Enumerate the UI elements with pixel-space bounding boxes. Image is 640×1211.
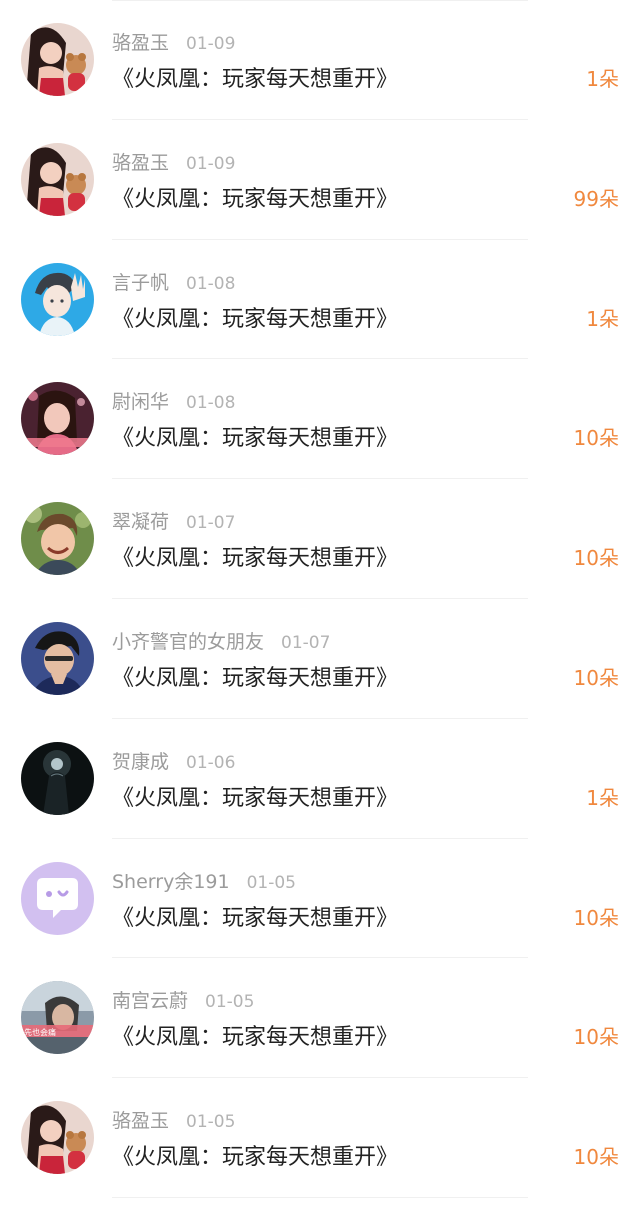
list-item[interactable]: 贺康成 01-06 《火凤凰：玩家每天想重开》 1朵 [0, 719, 640, 839]
avatar-anime-boy-icon [21, 262, 94, 336]
avatar-girl-with-teddy-icon [21, 1101, 94, 1175]
avatar-man-blue-icon [21, 621, 94, 695]
book-title[interactable]: 《火凤凰：玩家每天想重开》 [112, 660, 398, 692]
book-title[interactable]: 《火凤凰：玩家每天想重开》 [112, 420, 398, 452]
sender-name[interactable]: 尉闲华 [112, 391, 169, 413]
record-date: 01-07 [186, 513, 236, 534]
flower-amount: 1朵 [586, 785, 619, 810]
list-item[interactable]: 言子帆 01-08 《火凤凰：玩家每天想重开》 1朵 [0, 240, 640, 360]
list-item[interactable]: 骆盈玉 01-09 《火凤凰：玩家每天想重开》 99朵 [0, 120, 640, 240]
avatar[interactable] [21, 382, 94, 456]
book-title[interactable]: 《火凤凰：玩家每天想重开》 [112, 61, 398, 93]
avatar[interactable] [21, 142, 94, 216]
record-date: 01-06 [186, 752, 236, 773]
book-title[interactable]: 《火凤凰：玩家每天想重开》 [112, 540, 398, 572]
flower-amount: 10朵 [573, 546, 619, 571]
record-date: 01-05 [186, 1112, 236, 1133]
avatar[interactable] [21, 262, 94, 336]
avatar[interactable] [21, 621, 94, 695]
flower-amount: 10朵 [573, 1025, 619, 1050]
book-title[interactable]: 《火凤凰：玩家每天想重开》 [112, 900, 398, 932]
record-date: 01-08 [186, 393, 236, 414]
list-item[interactable]: 翠凝荷 01-07 《火凤凰：玩家每天想重开》 10朵 [0, 479, 640, 599]
sender-name[interactable]: 小齐警官的女朋友 [112, 631, 264, 653]
record-meta: 骆盈玉 01-09 [112, 28, 235, 54]
record-meta: 翠凝荷 01-07 [112, 507, 235, 533]
flower-amount: 10朵 [573, 426, 619, 451]
avatar[interactable] [21, 502, 94, 576]
avatar[interactable] [21, 741, 94, 815]
avatar[interactable] [21, 1101, 94, 1175]
sender-name[interactable]: 贺康成 [112, 751, 169, 773]
list-item[interactable]: 骆盈玉 01-05 《火凤凰：玩家每天想重开》 10朵 [0, 1078, 640, 1198]
record-date: 01-08 [186, 273, 236, 294]
book-title[interactable]: 《火凤凰：玩家每天想重开》 [112, 301, 398, 333]
flower-amount: 1朵 [586, 67, 619, 91]
list-item[interactable]: 骆盈玉 01-09 《火凤凰：玩家每天想重开》 1朵 [0, 0, 640, 120]
book-title[interactable]: 《火凤凰：玩家每天想重开》 [112, 1139, 398, 1171]
avatar-smiling-child-icon [21, 502, 94, 576]
record-date: 01-09 [186, 153, 236, 174]
list-item[interactable]: 先也会痛 南宫云蔚 01-05 《火凤凰：玩家每天想重开》 10朵 [0, 958, 640, 1078]
sender-name[interactable]: 翠凝荷 [112, 511, 169, 533]
book-title[interactable]: 《火凤凰：玩家每天想重开》 [112, 181, 398, 213]
book-title[interactable]: 《火凤凰：玩家每天想重开》 [112, 780, 398, 812]
record-meta: 南宫云蔚 01-05 [112, 986, 254, 1012]
avatar-caption: 先也会痛 [24, 1027, 56, 1037]
record-date: 01-05 [246, 872, 296, 893]
avatar-girl-with-teddy-icon [21, 23, 94, 96]
avatar-girl-with-teddy-icon [21, 142, 94, 216]
flower-amount: 10朵 [573, 665, 619, 690]
record-meta: 骆盈玉 01-09 [112, 148, 235, 174]
avatar[interactable]: 先也会痛 [21, 981, 94, 1055]
avatar[interactable] [21, 23, 94, 96]
record-meta: 尉闲华 01-08 [112, 387, 235, 413]
avatar[interactable] [21, 861, 94, 935]
flower-amount: 10朵 [573, 1145, 619, 1170]
avatar-dark-silhouette-icon [21, 741, 94, 815]
flower-amount: 10朵 [573, 905, 619, 930]
record-meta: 骆盈玉 01-05 [112, 1106, 235, 1132]
sender-name[interactable]: 言子帆 [112, 272, 169, 294]
list-item[interactable]: 尉闲华 01-08 《火凤凰：玩家每天想重开》 10朵 [0, 359, 640, 479]
record-meta: 贺康成 01-06 [112, 747, 235, 773]
avatar-girl-pink-icon [21, 382, 94, 456]
record-meta: 言子帆 01-08 [112, 268, 235, 294]
record-meta: 小齐警官的女朋友 01-07 [112, 627, 330, 653]
chat-bubble-icon [21, 861, 94, 935]
sender-name[interactable]: 骆盈玉 [112, 32, 169, 54]
avatar-photo-caption-icon: 先也会痛 [21, 981, 94, 1055]
sender-name[interactable]: Sherry余191 [112, 871, 230, 893]
sender-name[interactable]: 骆盈玉 [112, 152, 169, 174]
record-meta: Sherry余191 01-05 [112, 867, 296, 893]
sender-name[interactable]: 南宫云蔚 [112, 990, 188, 1012]
gift-record-list: 骆盈玉 01-09 《火凤凰：玩家每天想重开》 1朵 骆盈玉 01-09 《火凤凰：… [0, 0, 640, 1198]
sender-name[interactable]: 骆盈玉 [112, 1110, 169, 1132]
record-date: 01-09 [186, 34, 236, 54]
flower-amount: 99朵 [573, 186, 619, 211]
record-date: 01-05 [205, 992, 255, 1013]
list-item[interactable]: Sherry余191 01-05 《火凤凰：玩家每天想重开》 10朵 [0, 839, 640, 959]
list-item[interactable]: 小齐警官的女朋友 01-07 《火凤凰：玩家每天想重开》 10朵 [0, 599, 640, 719]
book-title[interactable]: 《火凤凰：玩家每天想重开》 [112, 1019, 398, 1051]
flower-amount: 1朵 [586, 306, 619, 331]
record-date: 01-07 [281, 632, 331, 653]
